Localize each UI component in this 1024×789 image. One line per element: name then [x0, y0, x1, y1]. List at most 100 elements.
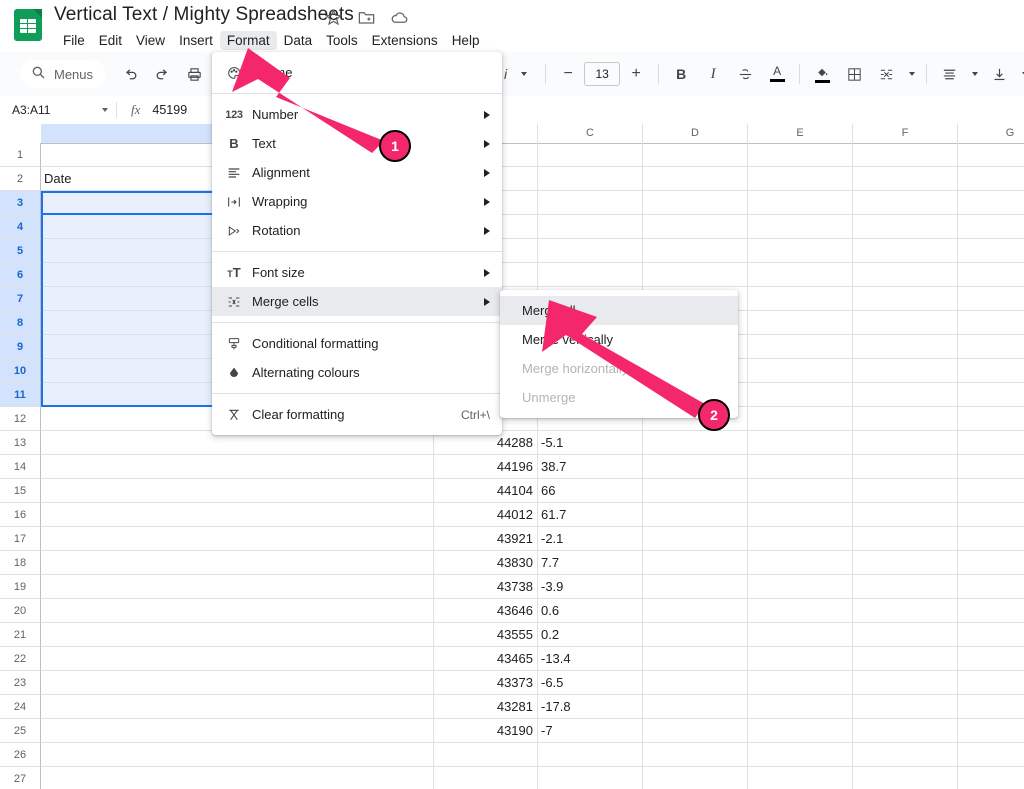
row-header-20[interactable]: 20 — [0, 599, 41, 623]
grid-cell[interactable] — [853, 695, 958, 718]
grid-cell[interactable] — [853, 215, 958, 238]
grid-cell[interactable] — [41, 671, 434, 694]
row-header-10[interactable]: 10 — [0, 359, 41, 383]
grid-cell[interactable] — [748, 503, 853, 526]
grid-cell[interactable] — [41, 599, 434, 622]
grid-cell[interactable] — [643, 239, 748, 262]
grid-cell[interactable] — [41, 575, 434, 598]
grid-cell[interactable] — [643, 551, 748, 574]
row-header-5[interactable]: 5 — [0, 239, 41, 263]
chevron-down-icon[interactable] — [101, 108, 108, 112]
increase-font-size-button[interactable]: + — [622, 60, 650, 88]
column-header-e[interactable]: E — [748, 124, 853, 143]
grid-cell[interactable] — [853, 647, 958, 670]
row-header-4[interactable]: 4 — [0, 215, 41, 239]
grid-cell[interactable]: -6.5 — [538, 671, 643, 694]
grid-cell[interactable] — [958, 311, 1024, 334]
row-header-18[interactable]: 18 — [0, 551, 41, 575]
column-header-d[interactable]: D — [643, 124, 748, 143]
grid-cell[interactable] — [853, 431, 958, 454]
menu-tools[interactable]: Tools — [319, 31, 365, 50]
grid-cell[interactable] — [853, 719, 958, 742]
grid-cell[interactable] — [958, 215, 1024, 238]
grid-cell[interactable] — [538, 167, 643, 190]
row-header-1[interactable]: 1 — [0, 143, 41, 167]
grid-cell[interactable]: 0.6 — [538, 599, 643, 622]
column-header-f[interactable]: F — [853, 124, 958, 143]
move-to-folder-icon[interactable] — [357, 8, 376, 27]
grid-cell[interactable] — [41, 503, 434, 526]
column-header-c[interactable]: C — [538, 124, 643, 143]
grid-cell[interactable] — [643, 575, 748, 598]
grid-cell[interactable] — [643, 743, 748, 766]
grid-cell[interactable] — [748, 407, 853, 430]
grid-cell[interactable] — [748, 191, 853, 214]
grid-cell[interactable] — [958, 503, 1024, 526]
grid-cell[interactable] — [958, 455, 1024, 478]
column-header-g[interactable]: G — [958, 124, 1024, 143]
grid-cell[interactable] — [41, 527, 434, 550]
row-header-22[interactable]: 22 — [0, 647, 41, 671]
grid-cell[interactable] — [748, 743, 853, 766]
row-header-3[interactable]: 3 — [0, 191, 41, 215]
name-box[interactable]: A3:A11 — [0, 103, 116, 117]
grid-cell[interactable] — [41, 479, 434, 502]
grid-cell[interactable] — [853, 263, 958, 286]
grid-cell[interactable] — [41, 767, 434, 789]
row-header-26[interactable]: 26 — [0, 743, 41, 767]
grid-cell[interactable] — [853, 575, 958, 598]
grid-cell[interactable] — [748, 431, 853, 454]
grid-cell[interactable]: 0.2 — [538, 623, 643, 646]
format-menu-item-font-size[interactable]: TT Font size — [212, 258, 502, 287]
menu-search-button[interactable]: Menus — [20, 60, 107, 88]
grid-cell[interactable] — [538, 143, 643, 166]
grid-cell[interactable] — [643, 599, 748, 622]
grid-cell[interactable] — [643, 623, 748, 646]
menu-data[interactable]: Data — [277, 31, 320, 50]
grid-cell[interactable] — [41, 719, 434, 742]
row-header-25[interactable]: 25 — [0, 719, 41, 743]
font-size-input[interactable]: 13 — [584, 62, 621, 86]
grid-cell[interactable]: -7 — [538, 719, 643, 742]
grid-cell[interactable] — [958, 335, 1024, 358]
merge-cells-submenu[interactable]: Merge all Merge vertically Merge horizonta… — [500, 290, 738, 418]
grid-cell[interactable] — [643, 671, 748, 694]
grid-cell[interactable] — [853, 671, 958, 694]
grid-cell[interactable]: 43830 — [434, 551, 538, 574]
grid-cell[interactable] — [853, 455, 958, 478]
row-header-24[interactable]: 24 — [0, 695, 41, 719]
merge-submenu-item-merge-all[interactable]: Merge all — [500, 296, 738, 325]
grid-cell[interactable] — [748, 239, 853, 262]
grid-cell[interactable] — [748, 479, 853, 502]
undo-button[interactable] — [116, 60, 144, 88]
grid-cell[interactable] — [41, 695, 434, 718]
grid-cell[interactable] — [643, 167, 748, 190]
grid-cell[interactable] — [538, 239, 643, 262]
merge-cells-button[interactable] — [872, 60, 900, 88]
grid-cell[interactable]: 7.7 — [538, 551, 643, 574]
cloud-saved-icon[interactable] — [390, 8, 409, 27]
grid-cell[interactable] — [958, 743, 1024, 766]
format-menu-item-number[interactable]: 123 Number — [212, 100, 502, 129]
grid-cell[interactable] — [643, 767, 748, 789]
menu-insert[interactable]: Insert — [172, 31, 220, 50]
grid-cell[interactable] — [748, 263, 853, 286]
grid-cell[interactable] — [748, 311, 853, 334]
grid-cell[interactable] — [958, 527, 1024, 550]
row-header-16[interactable]: 16 — [0, 503, 41, 527]
grid-cell[interactable] — [748, 599, 853, 622]
grid-cell[interactable] — [853, 167, 958, 190]
row-header-23[interactable]: 23 — [0, 671, 41, 695]
grid-cell[interactable] — [41, 623, 434, 646]
star-icon[interactable] — [324, 8, 343, 27]
vertical-align-button[interactable] — [985, 60, 1013, 88]
grid-cell[interactable] — [958, 767, 1024, 789]
grid-cell[interactable] — [643, 191, 748, 214]
menu-help[interactable]: Help — [445, 31, 487, 50]
menu-edit[interactable]: Edit — [92, 31, 129, 50]
grid-cell[interactable] — [958, 239, 1024, 262]
grid-cell[interactable] — [748, 287, 853, 310]
grid-cell[interactable] — [748, 167, 853, 190]
grid-cell[interactable] — [748, 527, 853, 550]
grid-cell[interactable] — [853, 527, 958, 550]
